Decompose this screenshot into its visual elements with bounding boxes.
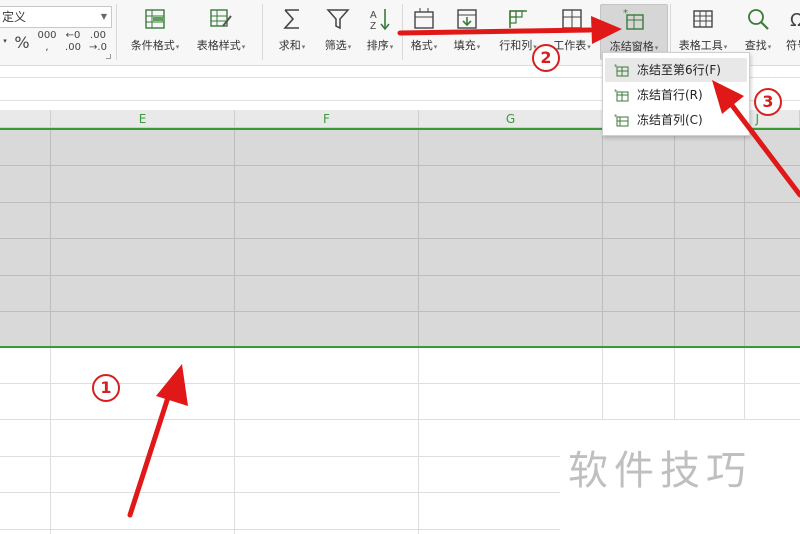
table-style-button[interactable]: 表格样式▾ (190, 4, 252, 60)
fill-label: 填充▾ (453, 39, 481, 52)
fill-icon (457, 9, 477, 29)
dialog-launcher-icon[interactable] (106, 54, 111, 59)
step-badge-3: 3 (754, 88, 782, 116)
svg-text:Z: Z (370, 21, 376, 32)
column-header[interactable] (0, 110, 51, 128)
number-format-value: 定义 (2, 10, 27, 24)
filter-icon (326, 9, 350, 30)
increase-decimal-button[interactable]: ←0 .00 (62, 30, 84, 58)
symbol-button[interactable]: Ω 符号 (780, 4, 800, 60)
grid-line (418, 348, 419, 534)
menu-item-freeze-first-row[interactable]: * 冻结首行(R) (605, 83, 747, 107)
svg-text:*: * (614, 63, 618, 71)
sum-label: 求和▾ (278, 39, 306, 52)
increase-decimal-top: ←0 (65, 30, 81, 41)
chevron-down-icon: ▾ (767, 43, 772, 51)
chevron-down-icon: ▾ (476, 43, 481, 51)
table-tools-label: 表格工具▾ (678, 39, 728, 52)
find-label: 查找▾ (744, 39, 772, 52)
filter-button[interactable]: 筛选▾ (316, 4, 360, 60)
table-tools-icon (693, 10, 713, 28)
freeze-panes-menu: * 冻结至第6行(F) * 冻结首行(R) * 冻结首列(C) (602, 52, 750, 136)
chevron-down-icon: ▾ (301, 43, 306, 51)
chevron-down-icon: ▾ (175, 43, 180, 51)
format-icon (414, 8, 434, 29)
filter-label: 筛选▾ (324, 39, 352, 52)
menu-item-label: 冻结首列(C) (637, 113, 703, 127)
frozen-rows-area[interactable] (0, 130, 800, 347)
freeze-panes-icon: * (623, 8, 644, 30)
sort-button[interactable]: AZ 排序▾ (360, 4, 400, 60)
sum-icon (283, 9, 299, 29)
thousands-separator-button[interactable]: 000 , (36, 30, 58, 58)
symbol-icon: Ω (790, 10, 800, 31)
svg-text:Ω: Ω (790, 10, 800, 31)
step-badge-2: 2 (532, 44, 560, 72)
column-header-g[interactable]: G (419, 110, 603, 128)
ribbon-divider (262, 4, 263, 60)
ribbon-divider (402, 4, 403, 60)
grid-line (50, 348, 51, 534)
chevron-down-icon: ▾ (723, 43, 728, 51)
chevron-down-icon: ▾ (587, 43, 591, 51)
svg-text:A: A (370, 10, 377, 21)
percent-icon: % (14, 33, 30, 52)
grid-line (0, 383, 800, 384)
number-format-select[interactable]: 定义 ▼ (0, 6, 112, 28)
sort-label: 排序▾ (366, 39, 394, 52)
svg-text:*: * (614, 113, 618, 121)
row-column-icon (509, 10, 527, 28)
currency-arrow-button[interactable]: ▾ (0, 30, 10, 58)
menu-item-freeze-to-row-6[interactable]: * 冻结至第6行(F) (605, 58, 747, 82)
column-header-e[interactable]: E (51, 110, 235, 128)
ribbon-divider (116, 4, 117, 60)
thousands-icon: 000 (37, 30, 57, 41)
worksheet-icon (562, 9, 582, 29)
decrease-decimal-top: .00 (90, 30, 106, 41)
format-button[interactable]: 格式▾ (404, 4, 444, 60)
percent-button[interactable]: % (12, 30, 32, 58)
table-style-icon (210, 9, 232, 27)
freeze-first-row-icon: * (614, 88, 629, 102)
sum-button[interactable]: 求和▾ (270, 4, 314, 60)
freeze-first-column-icon: * (614, 113, 629, 127)
chevron-down-icon: ▾ (3, 37, 7, 45)
conditional-format-button[interactable]: 条件格式▾ (124, 4, 186, 60)
thousands-comma: , (45, 42, 49, 53)
increase-decimal-bottom: .00 (65, 42, 81, 53)
grid-line (0, 311, 800, 312)
column-header-f[interactable]: F (235, 110, 419, 128)
grid-line (0, 202, 800, 203)
symbol-label: 符号 (786, 39, 800, 52)
chevron-down-icon: ▾ (654, 44, 659, 52)
chevron-down-icon: ▾ (347, 43, 352, 51)
decrease-decimal-button[interactable]: .00 →.0 (88, 30, 108, 58)
format-label: 格式▾ (410, 39, 438, 52)
menu-item-label: 冻结首行(R) (637, 88, 703, 102)
fill-button[interactable]: 填充▾ (446, 4, 488, 60)
chevron-down-icon: ▾ (389, 43, 394, 51)
conditional-format-label: 条件格式▾ (130, 39, 180, 52)
chevron-down-icon: ▾ (241, 43, 246, 51)
chevron-down-icon: ▾ (433, 43, 438, 51)
step-badge-1: 1 (92, 374, 120, 402)
find-icon (748, 9, 769, 30)
freeze-line-bottom (0, 346, 800, 348)
sort-icon: AZ (370, 9, 390, 32)
grid-line (234, 348, 235, 534)
grid-line (0, 165, 800, 166)
chevron-down-icon: ▼ (100, 12, 107, 21)
svg-text:*: * (614, 88, 618, 96)
grid-line (0, 275, 800, 276)
grid-line (0, 238, 800, 239)
menu-item-freeze-first-column[interactable]: * 冻结首列(C) (605, 108, 747, 132)
menu-item-label: 冻结至第6行(F) (637, 63, 721, 77)
watermark-text: 软件技巧 (568, 448, 752, 494)
conditional-format-icon (145, 9, 165, 29)
decrease-decimal-bottom: →.0 (89, 42, 107, 53)
freeze-rows-icon: * (614, 63, 629, 77)
table-style-label: 表格样式▾ (196, 39, 246, 52)
svg-text:*: * (623, 8, 628, 19)
